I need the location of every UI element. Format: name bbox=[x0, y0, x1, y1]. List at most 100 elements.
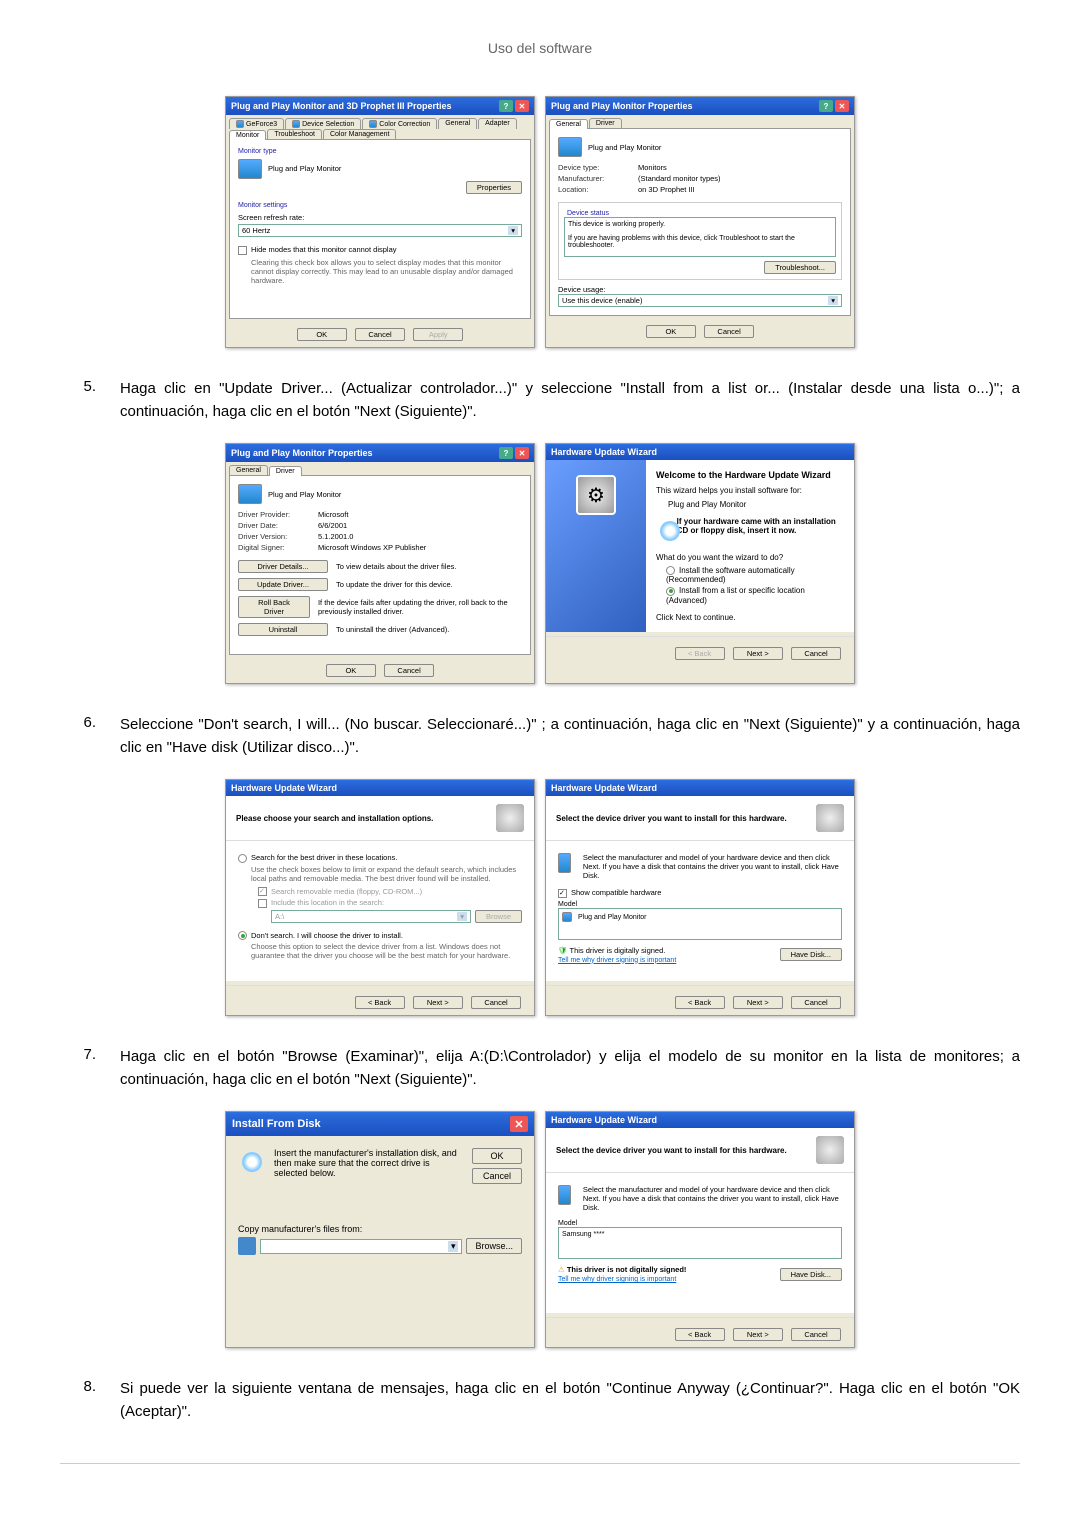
cancel-button[interactable]: Cancel bbox=[384, 664, 434, 677]
tab-driver[interactable]: Driver bbox=[589, 118, 622, 128]
titlebar-text: Hardware Update Wizard bbox=[231, 783, 337, 793]
help-icon[interactable]: ? bbox=[499, 100, 513, 112]
close-icon[interactable]: ✕ bbox=[835, 100, 849, 112]
model-list[interactable]: Samsung **** bbox=[558, 1227, 842, 1259]
device-name: Plug and Play Monitor bbox=[268, 490, 341, 499]
monitor-icon bbox=[558, 137, 582, 157]
checkbox-compatible[interactable] bbox=[558, 889, 567, 898]
dialog-wizard-search-options: Hardware Update Wizard Please choose you… bbox=[225, 779, 535, 1016]
driver-details-button[interactable]: Driver Details... bbox=[238, 560, 328, 573]
step-7: 7. Haga clic en el botón "Browse (Examin… bbox=[60, 1046, 1020, 1091]
path-input[interactable]: ▾ bbox=[260, 1239, 462, 1254]
unsigned-text: This driver is not digitally signed! bbox=[567, 1265, 687, 1274]
tab-device-selection[interactable]: Device Selection bbox=[285, 118, 361, 129]
screenshot-pair-4: Install From Disk ✕ Insert the manufactu… bbox=[60, 1111, 1020, 1348]
back-button[interactable]: < Back bbox=[675, 1328, 725, 1341]
cancel-button[interactable]: Cancel bbox=[791, 647, 841, 660]
back-button[interactable]: < Back bbox=[355, 996, 405, 1009]
step-5-num: 5. bbox=[60, 378, 120, 423]
monitor-icon bbox=[558, 853, 571, 873]
signing-link[interactable]: Tell me why driver signing is important bbox=[558, 1276, 676, 1283]
next-button[interactable]: Next > bbox=[413, 996, 463, 1009]
cancel-button[interactable]: Cancel bbox=[791, 1328, 841, 1341]
ok-button[interactable]: OK bbox=[472, 1148, 522, 1164]
rollback-driver-button[interactable]: Roll Back Driver bbox=[238, 596, 310, 618]
radio-auto[interactable] bbox=[666, 566, 675, 575]
titlebar-text: Plug and Play Monitor and 3D Prophet III… bbox=[231, 101, 452, 111]
cancel-button[interactable]: Cancel bbox=[471, 996, 521, 1009]
page-header: Uso del software bbox=[60, 40, 1020, 56]
tab-adapter[interactable]: Adapter bbox=[478, 118, 517, 129]
wizard-heading: Select the device driver you want to ins… bbox=[556, 1146, 787, 1155]
tab-color-correction[interactable]: Color Correction bbox=[362, 118, 437, 129]
cancel-button[interactable]: Cancel bbox=[355, 328, 405, 341]
tab-general[interactable]: General bbox=[549, 119, 588, 129]
radio-auto-label: Install the software automatically (Reco… bbox=[666, 566, 795, 584]
next-button[interactable]: Next > bbox=[733, 647, 783, 660]
uninstall-button[interactable]: Uninstall bbox=[238, 623, 328, 636]
have-disk-button[interactable]: Have Disk... bbox=[780, 1268, 842, 1281]
have-disk-button[interactable]: Have Disk... bbox=[780, 948, 842, 961]
floppy-icon bbox=[238, 1237, 256, 1255]
back-button[interactable]: < Back bbox=[675, 996, 725, 1009]
step-7-num: 7. bbox=[60, 1046, 120, 1091]
close-icon[interactable]: ✕ bbox=[515, 447, 529, 459]
troubleshoot-button[interactable]: Troubleshoot... bbox=[764, 261, 836, 274]
titlebar: Hardware Update Wizard bbox=[546, 444, 854, 460]
tab-color-management[interactable]: Color Management bbox=[323, 129, 397, 139]
device-usage-select[interactable]: Use this device (enable) ▾ bbox=[558, 294, 842, 307]
footer-divider bbox=[60, 1463, 1020, 1464]
cancel-button[interactable]: Cancel bbox=[472, 1168, 522, 1184]
titlebar-text: Plug and Play Monitor Properties bbox=[231, 448, 373, 458]
tab-driver[interactable]: Driver bbox=[269, 466, 302, 476]
ok-button[interactable]: OK bbox=[646, 325, 696, 338]
close-icon[interactable]: ✕ bbox=[510, 1116, 528, 1132]
next-button[interactable]: Next > bbox=[733, 996, 783, 1009]
titlebar: Hardware Update Wizard bbox=[226, 780, 534, 796]
next-button[interactable]: Next > bbox=[733, 1328, 783, 1341]
apply-button: Apply bbox=[413, 328, 463, 341]
cancel-button[interactable]: Cancel bbox=[791, 996, 841, 1009]
step-8: 8. Si puede ver la siguiente ventana de … bbox=[60, 1378, 1020, 1423]
device-type-value: Monitors bbox=[638, 163, 667, 172]
dialog-monitor-props-driver: Plug and Play Monitor Properties ? ✕ Gen… bbox=[225, 443, 535, 684]
step-6: 6. Seleccione "Don't search, I will... (… bbox=[60, 714, 1020, 759]
radio-dont-search[interactable] bbox=[238, 931, 247, 940]
titlebar: Plug and Play Monitor Properties ? ✕ bbox=[226, 444, 534, 462]
refresh-rate-select[interactable]: 60 Hertz ▾ bbox=[238, 224, 522, 237]
titlebar-text: Install From Disk bbox=[232, 1118, 321, 1130]
cancel-button[interactable]: Cancel bbox=[704, 325, 754, 338]
close-icon[interactable]: ✕ bbox=[515, 100, 529, 112]
properties-button[interactable]: Properties bbox=[466, 181, 522, 194]
radio-search-best[interactable] bbox=[238, 854, 247, 863]
uninstall-desc: To uninstall the driver (Advanced). bbox=[336, 625, 449, 634]
wizard-heading: Select the device driver you want to ins… bbox=[556, 814, 787, 823]
signing-link[interactable]: Tell me why driver signing is important bbox=[558, 957, 676, 964]
hide-modes-checkbox[interactable] bbox=[238, 246, 247, 255]
update-driver-button[interactable]: Update Driver... bbox=[238, 578, 328, 591]
ok-button[interactable]: OK bbox=[326, 664, 376, 677]
radio-list[interactable] bbox=[666, 587, 675, 596]
wizard-icon: ⚙ bbox=[576, 475, 616, 515]
help-icon[interactable]: ? bbox=[819, 100, 833, 112]
dialog-monitor-3dprophet-props: Plug and Play Monitor and 3D Prophet III… bbox=[225, 96, 535, 348]
driver-details-desc: To view details about the driver files. bbox=[336, 562, 456, 571]
tab-geforce[interactable]: GeForce3 bbox=[229, 118, 284, 129]
wizard-heading: Welcome to the Hardware Update Wizard bbox=[656, 470, 844, 480]
checkbox-removable bbox=[258, 887, 267, 896]
tab-general[interactable]: General bbox=[229, 465, 268, 475]
help-icon[interactable]: ? bbox=[499, 447, 513, 459]
chevron-down-icon: ▾ bbox=[508, 226, 518, 235]
device-usage-label: Device usage: bbox=[558, 285, 842, 294]
dialog-monitor-props-general: Plug and Play Monitor Properties ? ✕ Gen… bbox=[545, 96, 855, 348]
browse-button[interactable]: Browse... bbox=[466, 1238, 522, 1254]
model-list[interactable]: Plug and Play Monitor bbox=[558, 908, 842, 940]
titlebar-text: Hardware Update Wizard bbox=[551, 1115, 657, 1125]
tab-general[interactable]: General bbox=[438, 118, 477, 129]
tab-troubleshoot[interactable]: Troubleshoot bbox=[267, 129, 322, 139]
model-column-header: Model bbox=[558, 901, 842, 908]
titlebar-text: Hardware Update Wizard bbox=[551, 447, 657, 457]
ok-button[interactable]: OK bbox=[297, 328, 347, 341]
copy-from-label: Copy manufacturer's files from: bbox=[238, 1224, 522, 1234]
tab-monitor[interactable]: Monitor bbox=[229, 130, 266, 140]
